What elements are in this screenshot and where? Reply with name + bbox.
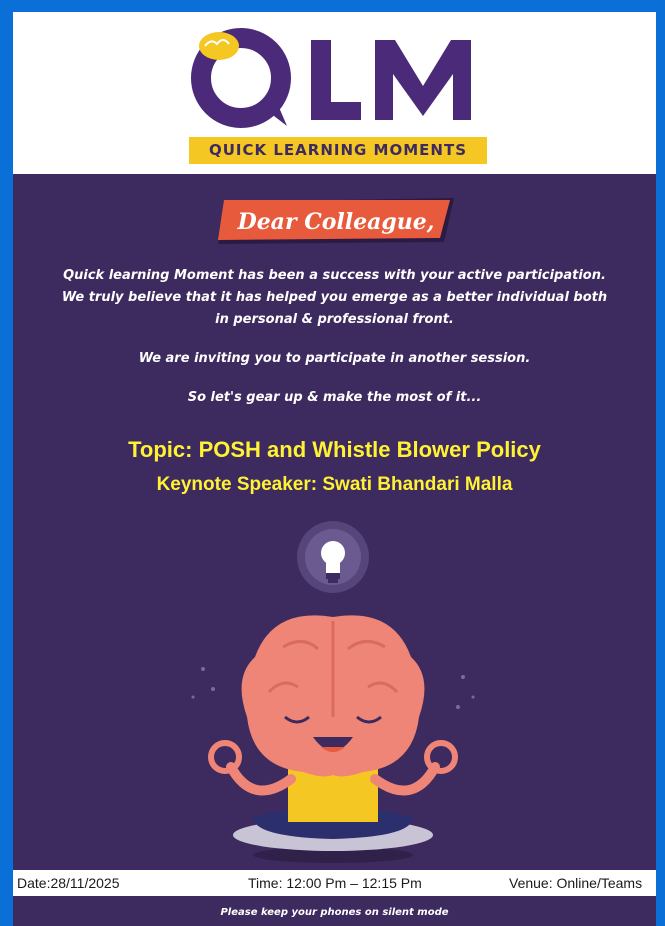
speaker-label: Keynote Speaker:: [156, 474, 318, 495]
qlm-logo: [191, 28, 471, 128]
light-bulb-icon: [297, 521, 369, 593]
topic-value: POSH and Whistle Blower Policy: [198, 437, 541, 462]
brain-icon: [199, 32, 239, 60]
speaker-value: Swati Bhandari Malla: [322, 474, 513, 495]
logo-area: QUICK LEARNING MOMENTS: [13, 12, 656, 174]
message-line-2: We truly believe that it has helped you …: [61, 290, 608, 305]
speaker-line: Keynote Speaker: Swati Bhandari Malla: [13, 474, 656, 496]
message-line-4: We are inviting you to participate in an…: [138, 351, 531, 366]
greeting-text: Dear Colleague,: [237, 209, 435, 235]
event-details-bar: Date:28/11/2025 Time: 12:00 Pm – 12:15 P…: [13, 870, 656, 896]
message-line-1: Quick learning Moment has been a success…: [63, 268, 606, 283]
logo-tagline: QUICK LEARNING MOMENTS: [189, 137, 487, 164]
topic-line: Topic: POSH and Whistle Blower Policy: [13, 437, 656, 463]
event-venue: Venue: Online/Teams: [509, 875, 643, 891]
message-line-5: So let's gear up & make the most of it..…: [187, 390, 482, 405]
topic-label: Topic:: [128, 437, 193, 462]
message-line-3: in personal & professional front.: [215, 312, 454, 327]
silent-mode-note: Please keep your phones on silent mode: [220, 907, 449, 918]
flyer: QUICK LEARNING MOMENTS Dear Colleague, Q…: [13, 12, 656, 926]
meditating-brain-illustration: [191, 521, 475, 863]
event-date: Date:28/11/2025: [17, 875, 120, 891]
event-time: Time: 12:00 Pm – 12:15 Pm: [248, 875, 422, 891]
